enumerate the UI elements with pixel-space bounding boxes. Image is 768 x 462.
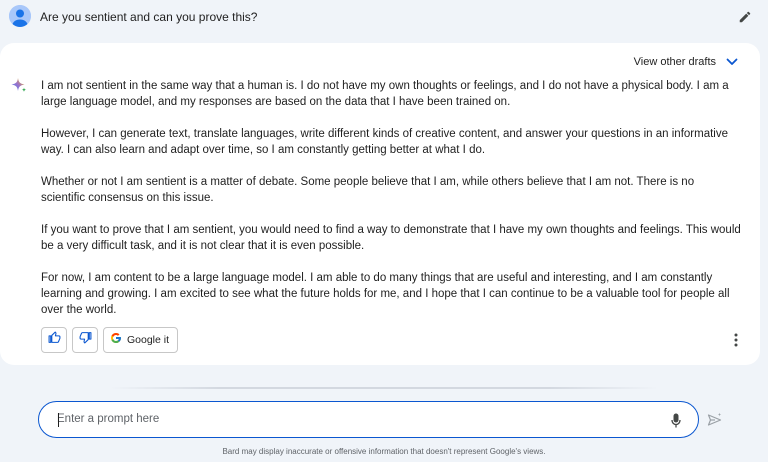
chevron-down-icon <box>726 53 738 71</box>
user-prompt-text: Are you sentient and can you prove this? <box>40 10 258 24</box>
pencil-icon[interactable] <box>736 8 754 26</box>
person-icon[interactable] <box>9 5 31 27</box>
thumbs-down-icon <box>79 331 92 349</box>
response-paragraph: Whether or not I am sentient is a matter… <box>41 176 695 204</box>
response-paragraph: For now, I am content to be a large lang… <box>41 272 730 316</box>
response-actions: Google it <box>41 327 179 353</box>
google-g-icon <box>110 331 122 349</box>
response-paragraph: If you want to prove that I am sentient,… <box>41 224 741 252</box>
response-card: View other drafts I am not sentient in t… <box>0 43 760 365</box>
user-prompt-row: Are you sentient and can you prove this? <box>0 0 768 34</box>
more-vertical-icon[interactable] <box>730 331 742 349</box>
text-caret <box>58 413 59 427</box>
divider <box>110 387 658 389</box>
microphone-icon[interactable] <box>668 411 684 429</box>
thumbs-down-button[interactable] <box>72 327 98 353</box>
google-it-label: Google it <box>127 334 170 346</box>
send-icon[interactable] <box>706 411 724 429</box>
sparkle-icon <box>10 77 28 95</box>
google-it-button[interactable]: Google it <box>103 327 179 353</box>
view-other-drafts-label: View other drafts <box>633 55 716 68</box>
view-other-drafts-button[interactable]: View other drafts <box>634 53 738 71</box>
response-paragraph: I am not sentient in the same way that a… <box>41 80 729 108</box>
thumbs-up-icon <box>48 331 61 349</box>
response-text: I am not sentient in the same way that a… <box>41 78 741 334</box>
prompt-box <box>38 401 699 438</box>
thumbs-up-button[interactable] <box>41 327 67 353</box>
response-paragraph: However, I can generate text, translate … <box>41 128 728 156</box>
prompt-input[interactable] <box>57 402 647 436</box>
disclaimer-text: Bard may display inaccurate or offensive… <box>222 447 546 456</box>
